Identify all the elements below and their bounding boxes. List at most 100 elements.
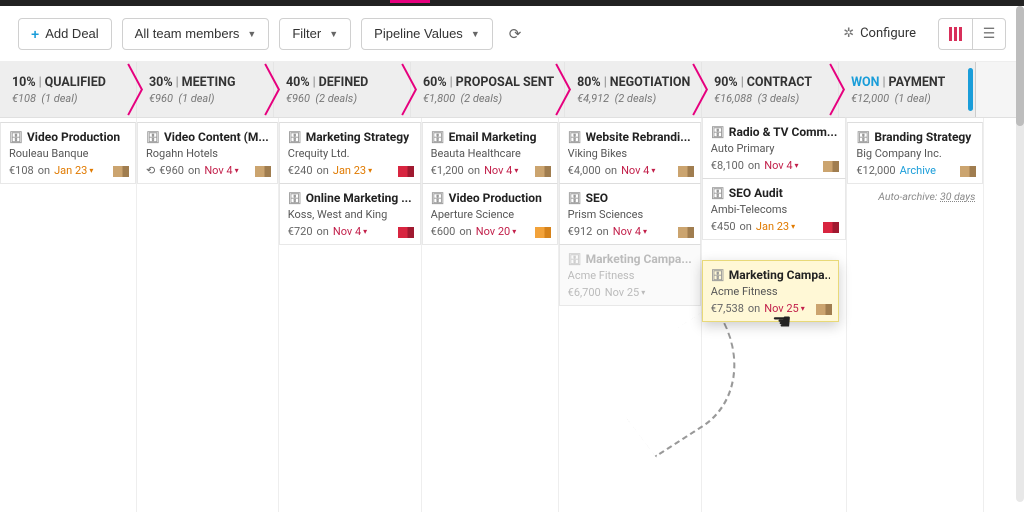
deal-amount: €912 [568,225,593,238]
stage-arrow-icon [691,62,711,117]
flag-slot [535,227,551,238]
close-date[interactable]: Nov 20▾ [476,225,516,238]
deal-meta: €720 on Nov 4▾ [288,225,412,238]
auto-archive-note: Auto-archive: 30 days [847,184,983,209]
deal-card[interactable]: 🗄Website Rebrandi... Viking Bikes €4,000… [559,122,701,184]
close-date[interactable]: Nov 4▾ [333,225,367,238]
deal-meta: €7,538 on Nov 25▾ [711,302,830,315]
deal-company: Koss, West and King [288,208,412,221]
deal-company: Auto Primary [711,142,838,155]
deal-meta: €912 on Nov 4▾ [568,225,692,238]
deal-amount: €240 [288,164,313,177]
priority-flag-icon [960,166,976,177]
deal-title: 🗄Online Marketing ... [288,191,412,205]
deal-amount: €450 [711,220,736,233]
stage-header[interactable]: 90%|CONTRACT €16,088 (3 deals) [702,62,839,117]
deal-meta: €6,700 Nov 25▾ [568,286,692,299]
flag-slot [255,166,271,177]
deal-amount: €960 [159,164,184,177]
archive-link[interactable]: Archive [900,164,936,177]
stage-subtotal: €4,912 (2 deals) [577,92,691,105]
team-filter-dropdown[interactable]: All team members▼ [122,18,270,50]
deal-card[interactable]: 🗄Video Production Rouleau Banque €108 on… [0,122,136,184]
close-date[interactable]: Jan 23▾ [333,164,372,177]
briefcase-icon: 🗄 [146,131,160,144]
vertical-scrollbar[interactable] [1016,6,1024,502]
stage-subtotal: €108 (1 deal) [12,92,126,105]
recycle-icon: ⟲ [146,164,155,177]
stage-header[interactable]: 10%|QUALIFIED €108 (1 deal) [0,62,137,117]
priority-flag-icon [398,166,414,177]
deal-card[interactable]: 🗄SEO Audit Ambi-Telecoms €450 on Jan 23▾ [702,178,847,240]
deal-company: Acme Fitness [711,285,830,298]
filter-label: Filter [292,26,321,41]
briefcase-icon: 🗄 [856,131,870,144]
flag-slot [398,227,414,238]
topbar-accent [0,0,1024,6]
add-deal-button[interactable]: + Add Deal [18,18,112,50]
plus-icon: + [31,26,39,42]
deal-card[interactable]: 🗄Video Content (M... Rogahn Hotels ⟲€960… [137,122,278,184]
close-date[interactable]: Jan 23▾ [756,220,795,233]
stage-arrow-icon [263,62,283,117]
deal-card[interactable]: 🗄Online Marketing ... Koss, West and Kin… [279,183,421,245]
deal-card[interactable]: 🗄Branding Strategy Big Company Inc. €12,… [847,122,983,184]
stage-header[interactable]: WON|PAYMENT €12,000 (1 deal) [839,62,976,117]
deal-card[interactable]: 🗄Radio & TV Comm... Auto Primary €8,100 … [702,117,847,179]
auto-archive-days[interactable]: 30 days [940,190,975,203]
stage-subtotal: €960 (1 deal) [149,92,263,105]
stage-arrow-icon [126,62,146,117]
deal-meta: ⟲€960 on Nov 4▾ [146,164,269,177]
priority-flag-icon [113,166,129,177]
close-date[interactable]: Nov 4▾ [621,164,655,177]
deal-card[interactable]: 🗄Video Production Aperture Science €600 … [422,183,558,245]
stage-label: 40%|DEFINED [286,75,400,90]
refresh-button[interactable]: ⟳ [503,25,528,43]
stage-arrow-icon [828,62,848,117]
deal-card[interactable]: 🗄Marketing Campa... Acme Fitness €6,700 … [559,244,701,306]
board-view-button[interactable] [938,18,972,50]
close-date[interactable]: Nov 4▾ [764,159,798,172]
add-deal-label: Add Deal [45,26,98,41]
stage-header[interactable]: 40%|DEFINED €960 (2 deals) [274,62,411,117]
deal-card[interactable]: 🗄Email Marketing Beauta Healthcare €1,20… [422,122,558,184]
filter-dropdown[interactable]: Filter ▼ [279,18,351,50]
stage-column: 🗄Video Content (M... Rogahn Hotels ⟲€960… [137,118,279,512]
deal-card[interactable]: 🗄Marketing Strategy Crequity Ltd. €240 o… [279,122,421,184]
deal-company: Rogahn Hotels [146,147,269,160]
stage-subtotal: €12,000 (1 deal) [851,92,965,105]
deal-amount: €7,538 [711,302,744,315]
deal-meta: €1,200 on Nov 4▾ [431,164,549,177]
priority-flag-icon [398,227,414,238]
close-date[interactable]: Nov 25▾ [605,286,645,299]
deal-company: Rouleau Banque [9,147,127,160]
close-date[interactable]: Nov 4▾ [204,164,238,177]
flag-slot [823,222,839,233]
filter-lines-icon: ☰ [983,26,996,42]
stage-header[interactable]: 60%|PROPOSAL SENT €1,800 (2 deals) [411,62,565,117]
deal-card[interactable]: 🗄SEO Prism Sciences €912 on Nov 4▾ [559,183,701,245]
briefcase-icon: 🗄 [288,192,302,205]
stage-header[interactable]: 80%|NEGOTIATION €4,912 (2 deals) [565,62,702,117]
deal-title: 🗄Video Production [431,191,549,205]
briefcase-icon: 🗄 [711,187,725,200]
close-date[interactable]: Nov 4▾ [484,164,518,177]
close-date[interactable]: Jan 23▾ [54,164,93,177]
stage-header[interactable]: 30%|MEETING €960 (1 deal) [137,62,274,117]
deal-card-dragging[interactable]: 🗄Marketing Campa... Acme Fitness €7,538 … [702,260,839,322]
flag-slot [535,166,551,177]
briefcase-icon: 🗄 [288,131,302,144]
list-view-button[interactable]: ☰ [972,18,1006,50]
deal-title: 🗄SEO [568,191,692,205]
configure-button[interactable]: ✲Configure [831,18,928,50]
close-date[interactable]: Nov 4▾ [613,225,647,238]
caret-down-icon: ▼ [329,29,338,39]
deal-amount: €6,700 [568,286,601,299]
pipeline-values-dropdown[interactable]: Pipeline Values▼ [361,18,493,50]
close-date[interactable]: Nov 25▾ [764,302,804,315]
stage-column: 🗄Marketing Campa... Acme Fitness €7,538 … [702,118,848,512]
priority-flag-icon [823,161,839,172]
deal-meta: €240 on Jan 23▾ [288,164,412,177]
stage-header-row: 10%|QUALIFIED €108 (1 deal)30%|MEETING €… [0,62,1024,118]
stage-arrow-icon [400,62,420,117]
